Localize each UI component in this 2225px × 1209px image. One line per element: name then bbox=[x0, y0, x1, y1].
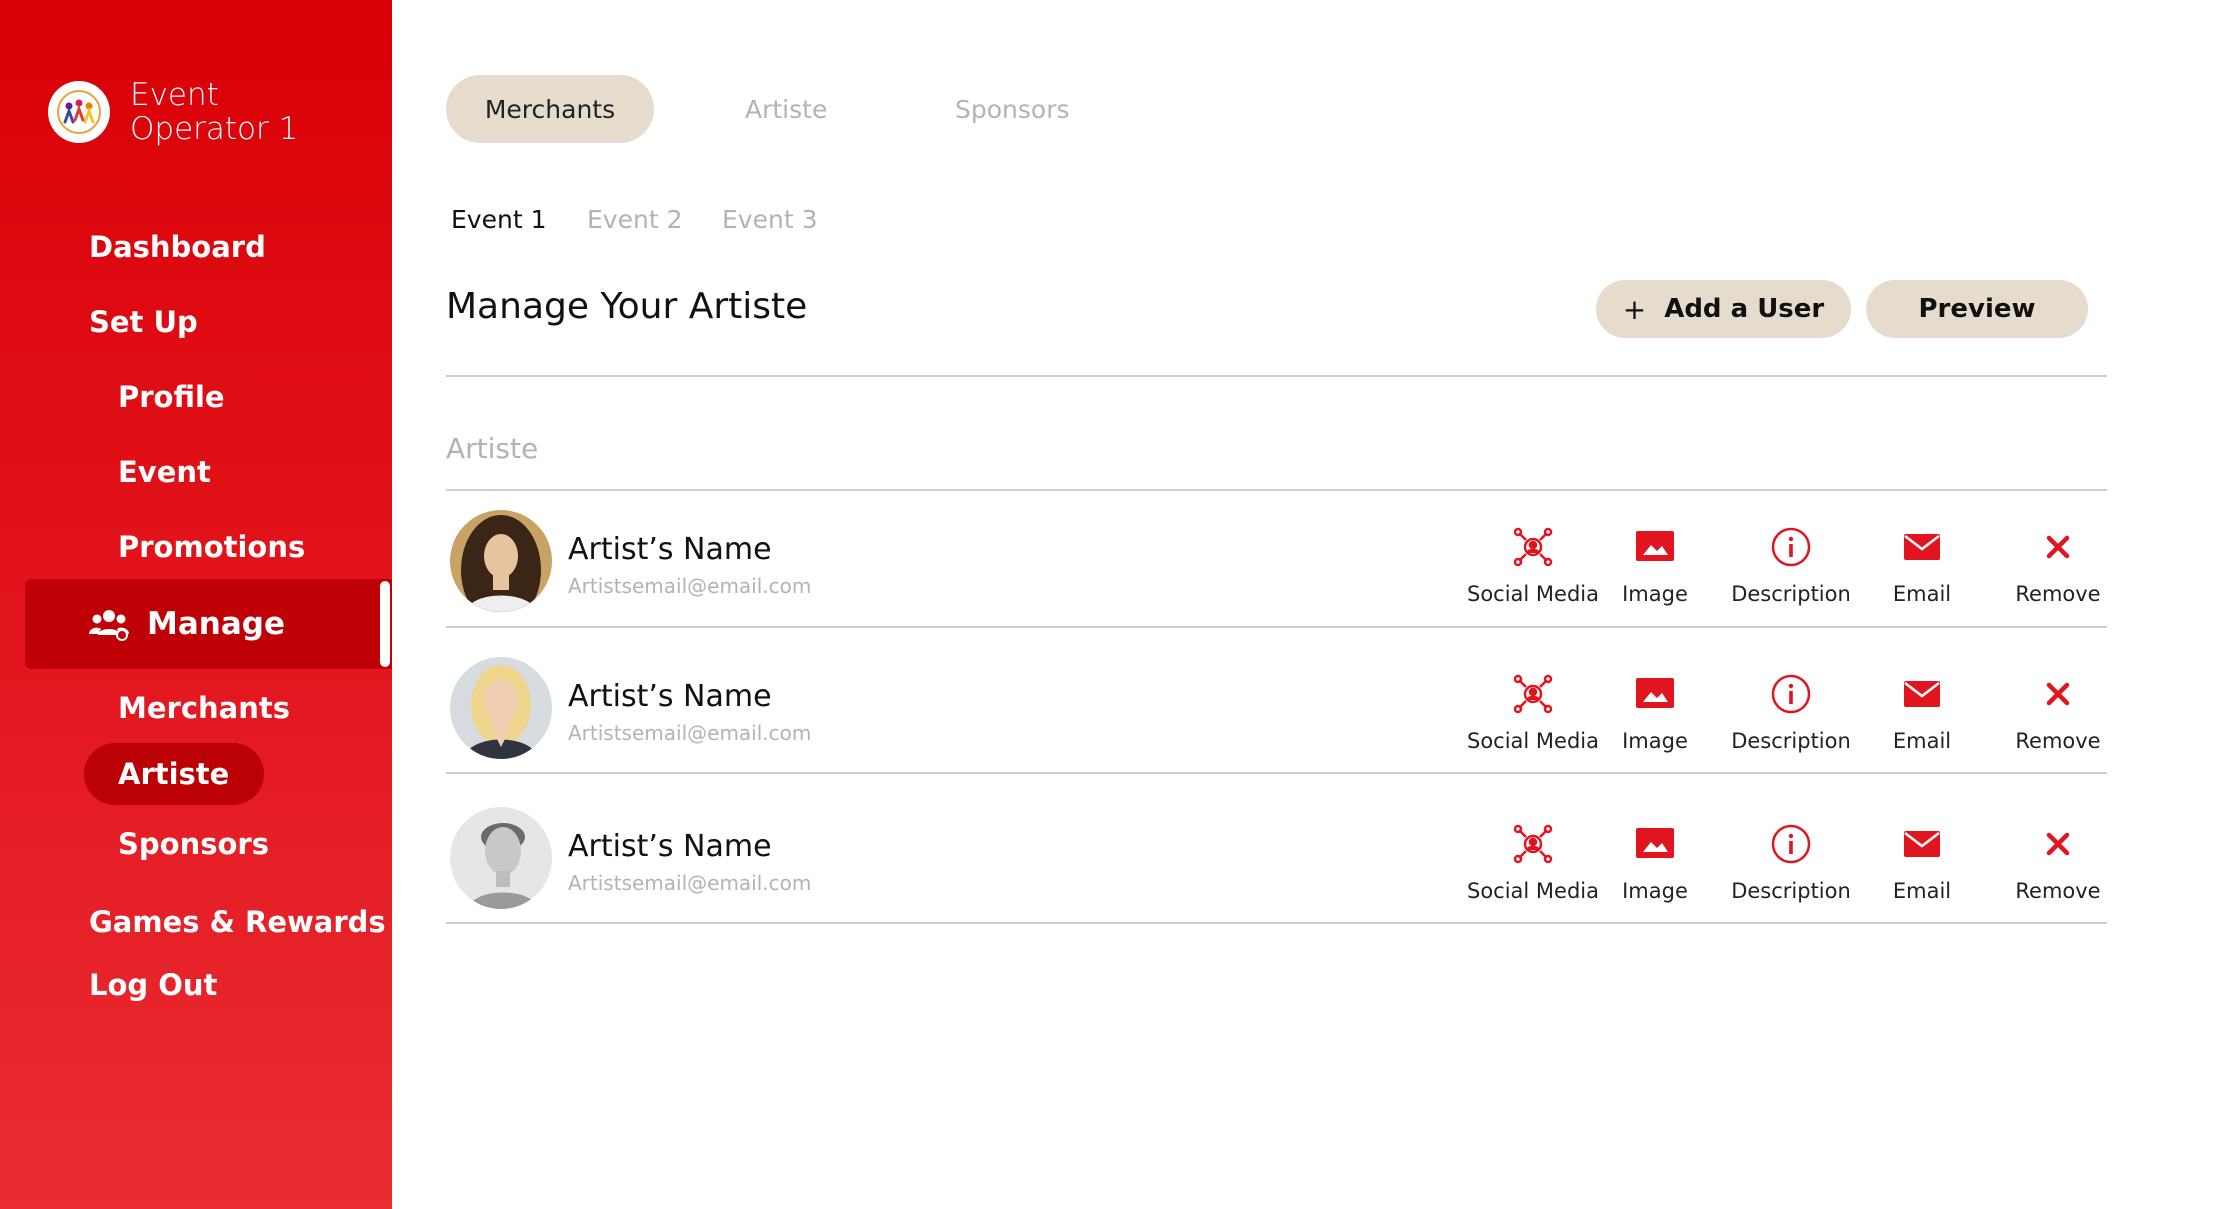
description-label: Description bbox=[1731, 729, 1851, 753]
sidebar-item-setup[interactable]: Set Up bbox=[89, 305, 198, 339]
tab-merchants[interactable]: Merchants bbox=[446, 75, 654, 143]
plus-icon: + bbox=[1622, 292, 1647, 326]
image-label: Image bbox=[1622, 729, 1688, 753]
remove-label: Remove bbox=[2015, 729, 2101, 753]
image-button[interactable]: Image bbox=[1580, 673, 1730, 753]
remove-button[interactable]: Remove bbox=[1983, 673, 2133, 753]
sidebar-item-sponsors[interactable]: Sponsors bbox=[118, 827, 269, 861]
divider bbox=[446, 772, 2107, 774]
sidebar-item-dashboard[interactable]: Dashboard bbox=[89, 230, 266, 264]
description-button[interactable]: Description bbox=[1716, 526, 1866, 606]
sidebar-item-artiste[interactable]: Artiste bbox=[118, 757, 229, 791]
description-label: Description bbox=[1731, 879, 1851, 903]
sidebar: Event Operator 1 Dashboard Set Up Profil… bbox=[0, 0, 392, 1209]
sidebar-item-event[interactable]: Event bbox=[118, 455, 211, 489]
info-icon bbox=[1770, 526, 1812, 568]
brand-name-line2: Operator 1 bbox=[130, 111, 299, 147]
event-tab-1[interactable]: Event 1 bbox=[451, 205, 546, 234]
image-label: Image bbox=[1622, 879, 1688, 903]
social-media-icon bbox=[1513, 673, 1553, 715]
envelope-icon bbox=[1903, 823, 1941, 865]
remove-button[interactable]: Remove bbox=[1983, 526, 2133, 606]
artist-name: Artist’s Name bbox=[568, 829, 772, 864]
users-icon bbox=[89, 610, 129, 641]
email-button[interactable]: Email bbox=[1847, 823, 1997, 903]
envelope-icon bbox=[1903, 673, 1941, 715]
close-icon bbox=[2044, 823, 2072, 865]
envelope-icon bbox=[1903, 526, 1941, 568]
divider bbox=[446, 922, 2107, 924]
remove-label: Remove bbox=[2015, 582, 2101, 606]
preview-button[interactable]: Preview bbox=[1866, 280, 2088, 338]
info-icon bbox=[1770, 673, 1812, 715]
event-operator-logo bbox=[48, 81, 110, 143]
image-label: Image bbox=[1622, 582, 1688, 606]
email-label: Email bbox=[1892, 729, 1952, 753]
social-media-icon bbox=[1513, 526, 1553, 568]
sidebar-item-games-rewards[interactable]: Games & Rewards bbox=[89, 905, 386, 939]
tab-sponsors[interactable]: Sponsors bbox=[955, 75, 1070, 143]
event-tab-3[interactable]: Event 3 bbox=[722, 205, 817, 234]
add-user-button[interactable]: + Add a User bbox=[1596, 280, 1851, 338]
add-user-label: Add a User bbox=[1664, 294, 1825, 324]
avatar bbox=[450, 510, 552, 612]
sidebar-item-profile[interactable]: Profile bbox=[118, 380, 225, 414]
close-icon bbox=[2044, 526, 2072, 568]
section-label: Artiste bbox=[446, 432, 539, 465]
divider bbox=[446, 626, 2107, 628]
brand: Event Operator 1 bbox=[48, 78, 298, 146]
artist-row: Artist’s Name Artistsemail@email.com Soc… bbox=[446, 490, 2107, 635]
active-indicator bbox=[380, 581, 390, 667]
close-icon bbox=[2044, 673, 2072, 715]
info-icon bbox=[1770, 823, 1812, 865]
artist-email: Artistsemail@email.com bbox=[568, 574, 812, 598]
description-button[interactable]: Description bbox=[1716, 673, 1866, 753]
artist-email: Artistsemail@email.com bbox=[568, 721, 812, 745]
brand-name: Event Operator 1 bbox=[130, 78, 298, 146]
image-button[interactable]: Image bbox=[1580, 526, 1730, 606]
artist-row: Artist’s Name Artistsemail@email.com Soc… bbox=[446, 787, 2107, 932]
sidebar-item-logout[interactable]: Log Out bbox=[89, 968, 217, 1002]
social-media-icon bbox=[1513, 823, 1553, 865]
image-icon bbox=[1635, 526, 1675, 568]
sidebar-item-manage[interactable]: Manage bbox=[25, 579, 392, 669]
description-label: Description bbox=[1731, 582, 1851, 606]
remove-label: Remove bbox=[2015, 879, 2101, 903]
artist-row: Artist’s Name Artistsemail@email.com Soc… bbox=[446, 637, 2107, 782]
artist-email: Artistsemail@email.com bbox=[568, 871, 812, 895]
tab-artiste[interactable]: Artiste bbox=[745, 75, 827, 143]
image-button[interactable]: Image bbox=[1580, 823, 1730, 903]
event-tab-2[interactable]: Event 2 bbox=[587, 205, 682, 234]
artist-name: Artist’s Name bbox=[568, 532, 772, 567]
email-label: Email bbox=[1892, 879, 1952, 903]
sidebar-item-merchants[interactable]: Merchants bbox=[118, 691, 290, 725]
avatar bbox=[450, 657, 552, 759]
description-button[interactable]: Description bbox=[1716, 823, 1866, 903]
brand-name-line1: Event bbox=[130, 77, 219, 113]
image-icon bbox=[1635, 823, 1675, 865]
artist-name: Artist’s Name bbox=[568, 679, 772, 714]
email-label: Email bbox=[1892, 582, 1952, 606]
email-button[interactable]: Email bbox=[1847, 526, 1997, 606]
page-title: Manage Your Artiste bbox=[446, 286, 808, 327]
sidebar-item-promotions[interactable]: Promotions bbox=[118, 530, 305, 564]
image-icon bbox=[1635, 673, 1675, 715]
remove-button[interactable]: Remove bbox=[1983, 823, 2133, 903]
sidebar-item-manage-label: Manage bbox=[147, 606, 285, 642]
avatar bbox=[450, 807, 552, 909]
email-button[interactable]: Email bbox=[1847, 673, 1997, 753]
divider bbox=[446, 375, 2107, 377]
